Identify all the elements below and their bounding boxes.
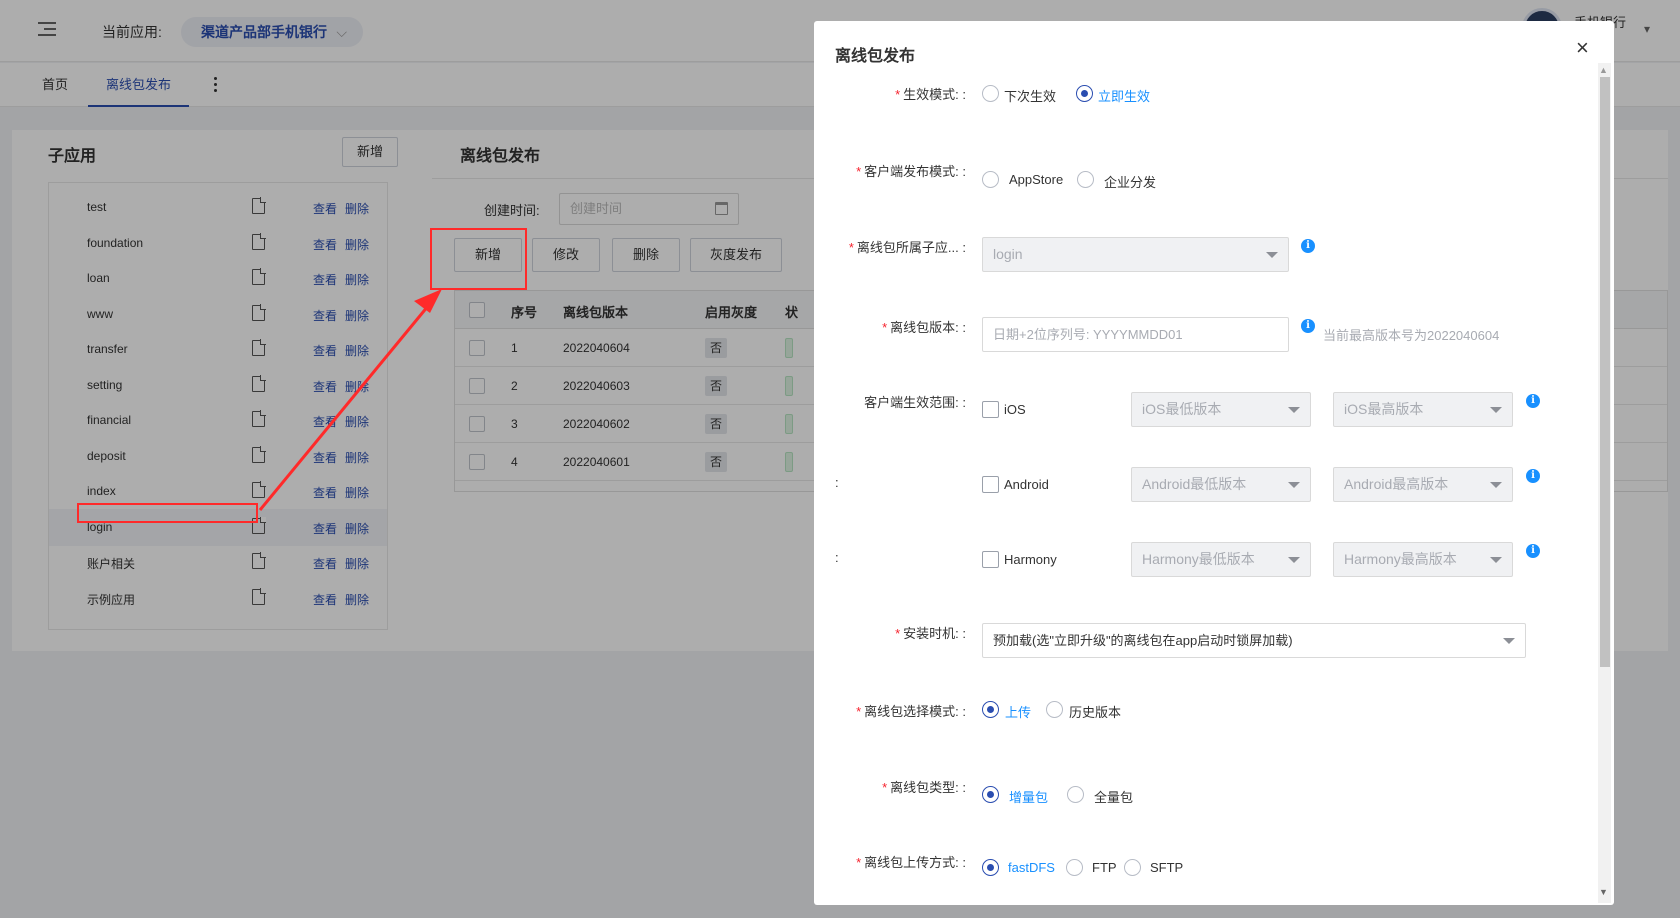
radio-incremental[interactable] [982, 786, 999, 803]
info-icon[interactable]: i [1526, 469, 1540, 483]
radio-enterprise[interactable] [1077, 171, 1094, 188]
version-hint: 当前最高版本号为2022040604 [1323, 328, 1500, 343]
radio-sftp-label: SFTP [1150, 860, 1184, 875]
annotation-add-highlight [430, 228, 527, 290]
radio-fastdfs-label: fastDFS [1008, 860, 1055, 875]
sub-app-field-label: * 离线包所属子应... : [848, 240, 966, 255]
caret-down-icon [1288, 407, 1300, 413]
caret-down-icon [1503, 638, 1515, 644]
sub-app-select-value: login [993, 246, 1023, 262]
effect-mode-label: * 生效模式: : [895, 87, 966, 102]
radio-ftp[interactable] [1066, 859, 1083, 876]
platform-checkbox[interactable] [982, 401, 999, 418]
radio-full[interactable] [1067, 786, 1084, 803]
max-version-value: Android最高版本 [1344, 476, 1449, 492]
radio-history[interactable] [1046, 701, 1063, 718]
radio-appstore-label: AppStore [1009, 172, 1064, 187]
platform-max-version-select[interactable]: Android最高版本 [1333, 467, 1513, 502]
radio-upload-label: 上传 [1005, 705, 1032, 720]
radio-fastdfs[interactable] [982, 859, 999, 876]
min-version-value: iOS最低版本 [1142, 401, 1222, 417]
radio-immediate-effect[interactable] [1076, 85, 1093, 102]
info-icon[interactable]: i [1526, 394, 1540, 408]
install-time-select[interactable]: 预加载(选"立即升级"的离线包在app启动时锁屏加载) [982, 623, 1526, 658]
platform-min-version-select[interactable]: Harmony最低版本 [1131, 542, 1311, 577]
max-version-value: iOS最高版本 [1344, 401, 1424, 417]
radio-immediate-effect-label: 立即生效 [1098, 89, 1151, 104]
radio-incremental-label: 增量包 [1009, 790, 1049, 805]
caret-down-icon [1266, 252, 1278, 258]
package-type-label: * 离线包类型: : [882, 780, 966, 795]
platform-max-version-select[interactable]: Harmony最高版本 [1333, 542, 1513, 577]
platform-min-version-select[interactable]: Android最低版本 [1131, 467, 1311, 502]
upload-method-label: * 离线包上传方式: : [856, 855, 966, 870]
info-icon[interactable]: i [1301, 319, 1315, 333]
info-icon[interactable]: i [1526, 544, 1540, 558]
sub-app-select[interactable]: login [982, 237, 1289, 272]
version-label: * 离线包版本: : [882, 320, 966, 335]
platform-name: Android [1004, 477, 1049, 492]
radio-appstore[interactable] [982, 171, 999, 188]
scroll-up-icon[interactable]: ▲ [1599, 65, 1608, 75]
install-time-label: * 安装时机: : [895, 626, 966, 641]
caret-down-icon [1288, 482, 1300, 488]
select-mode-label: * 离线包选择模式: : [856, 704, 966, 719]
min-version-value: Harmony最低版本 [1142, 551, 1255, 567]
min-version-value: Android最低版本 [1142, 476, 1247, 492]
radio-upload[interactable] [982, 701, 999, 718]
radio-next-effect[interactable] [982, 85, 999, 102]
platform-min-version-select[interactable]: iOS最低版本 [1131, 392, 1311, 427]
platform-name: iOS [1004, 402, 1026, 417]
platform-name: Harmony [1004, 552, 1057, 567]
radio-history-label: 历史版本 [1069, 705, 1122, 720]
radio-full-label: 全量包 [1094, 790, 1134, 805]
info-icon[interactable]: i [1301, 239, 1315, 253]
radio-next-effect-label: 下次生效 [1004, 89, 1057, 104]
version-placeholder: 日期+2位序列号: YYYYMMDD01 [993, 327, 1183, 342]
radio-ftp-label: FTP [1092, 860, 1117, 875]
scrollbar-thumb[interactable] [1600, 77, 1610, 667]
platform-checkbox[interactable] [982, 476, 999, 493]
close-icon[interactable]: × [1576, 37, 1589, 59]
caret-down-icon [1490, 407, 1502, 413]
caret-down-icon [1288, 557, 1300, 563]
annotation-login-highlight [77, 503, 258, 523]
radio-enterprise-label: 企业分发 [1104, 175, 1157, 190]
caret-down-icon [1490, 482, 1502, 488]
client-release-mode-label: * 客户端发布模式: : [856, 164, 966, 179]
client-scope-label: 客户端生效范围: : [864, 395, 966, 410]
radio-sftp[interactable] [1124, 859, 1141, 876]
platform-colon: : [835, 550, 839, 565]
max-version-value: Harmony最高版本 [1344, 551, 1457, 567]
platform-colon: : [835, 475, 839, 490]
platform-max-version-select[interactable]: iOS最高版本 [1333, 392, 1513, 427]
caret-down-icon [1490, 557, 1502, 563]
offline-release-dialog: 离线包发布 × ▲ ▼ * 生效模式: : 下次生效 立即生效 * 客户端发布模式:… [814, 21, 1614, 905]
platform-checkbox[interactable] [982, 551, 999, 568]
version-input[interactable]: 日期+2位序列号: YYYYMMDD01 [982, 317, 1289, 352]
dialog-title: 离线包发布 [835, 48, 916, 65]
scroll-down-icon[interactable]: ▼ [1599, 887, 1608, 897]
install-time-value: 预加载(选"立即升级"的离线包在app启动时锁屏加载) [993, 633, 1293, 648]
